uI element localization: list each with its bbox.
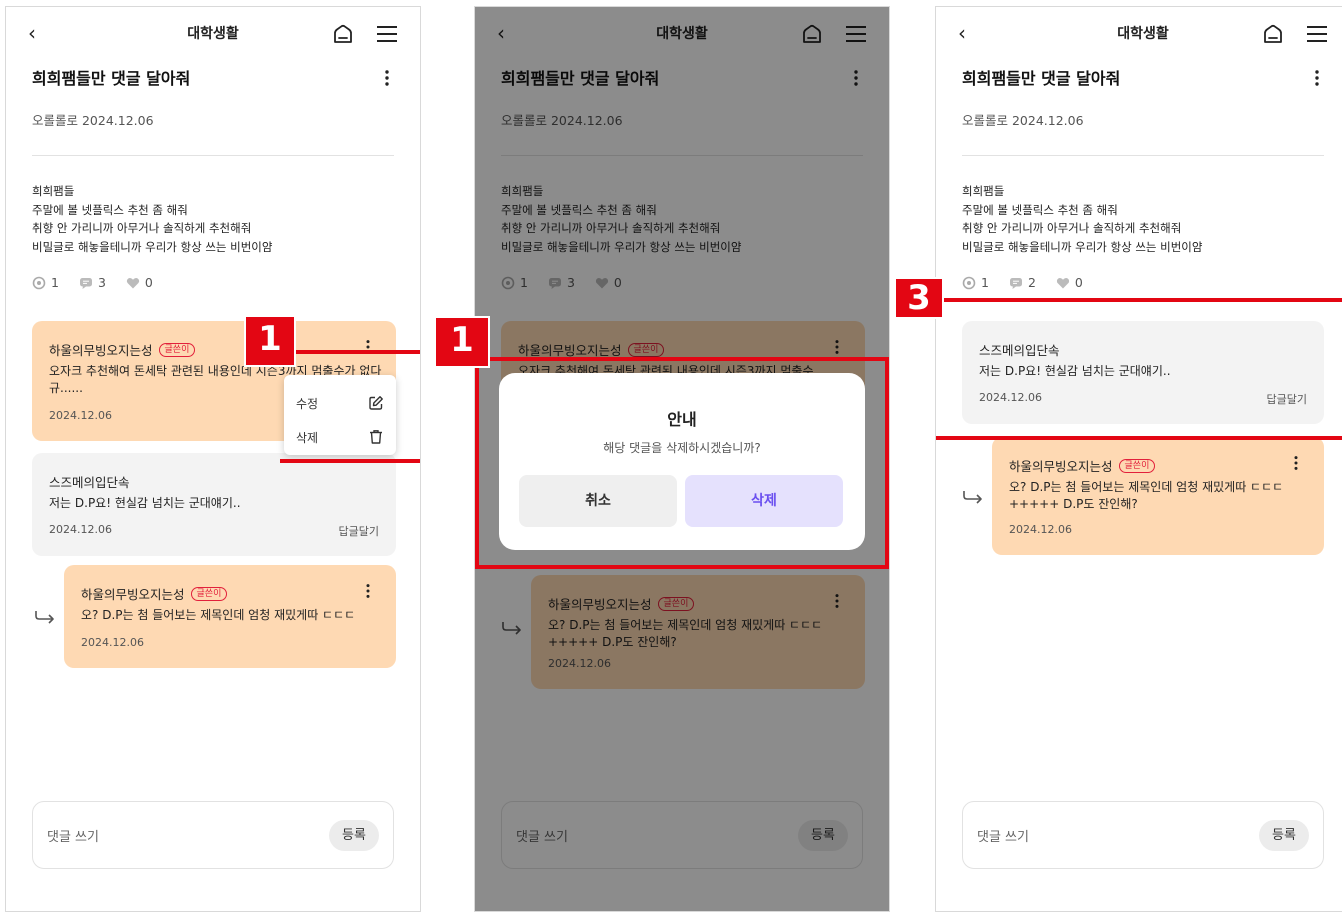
comment-author: 하울의무빙오지는성 bbox=[49, 343, 153, 358]
step-marker: 1 bbox=[244, 315, 296, 367]
step-marker: 3 bbox=[894, 277, 944, 319]
reply-arrow-icon bbox=[962, 488, 984, 506]
comment-date: 2024.12.06 bbox=[1009, 523, 1072, 536]
reply-card: 하울의무빙오지는성 글쓴이 오? D.P는 첨 들어보는 제목인데 엄청 재밌게따… bbox=[992, 437, 1324, 555]
more-vertical-icon[interactable] bbox=[1293, 455, 1299, 471]
reply-button[interactable]: 답글달기 bbox=[339, 523, 379, 539]
comment-input[interactable]: 댓글 쓰기 등록 bbox=[32, 801, 394, 869]
reply-card: 하울의무빙오지는성 글쓴이 오? D.P는 첨 들어보는 제목인데 엄청 재밌게따… bbox=[64, 565, 396, 668]
comment-author: 하울의무빙오지는성 bbox=[81, 587, 185, 602]
highlight-box bbox=[936, 298, 1342, 440]
post-stats: 1 2 0 bbox=[962, 275, 1083, 290]
post-body: 희희팸들 주말에 볼 넷플릭스 추천 좀 해줘 취향 안 가리니까 아무거나 솔… bbox=[32, 184, 273, 254]
like-count: 0 bbox=[144, 275, 153, 290]
eye-icon bbox=[32, 276, 46, 290]
heart-icon[interactable] bbox=[1056, 276, 1070, 290]
view-count: 1 bbox=[51, 275, 59, 290]
eye-icon bbox=[962, 276, 976, 290]
screen-comment-menu: ‹ 대학생활 희희팸들만 댓글 달아줘 오롤롤로 2024.12.06 희희팸들… bbox=[5, 6, 421, 912]
screen-after-delete: ‹ 대학생활 희희팸들만 댓글 달아줘 오롤롤로 2024.12.06 희희팸들… bbox=[935, 6, 1342, 912]
comment-input-placeholder: 댓글 쓰기 bbox=[977, 830, 1029, 845]
comment-count: 2 bbox=[1027, 275, 1036, 290]
author-badge: 글쓴이 bbox=[190, 586, 228, 601]
comment-author: 하울의무빙오지는성 bbox=[1009, 459, 1113, 474]
more-vertical-icon[interactable] bbox=[1314, 69, 1320, 87]
like-count: 0 bbox=[1074, 275, 1083, 290]
divider bbox=[962, 155, 1324, 156]
step-marker: 1 bbox=[434, 316, 490, 368]
comment-date: 2024.12.06 bbox=[49, 409, 112, 422]
view-count: 1 bbox=[981, 275, 989, 290]
comment-icon bbox=[1009, 276, 1023, 290]
comment-card: 스즈메의입단속 저는 D.P요! 현실감 넘치는 군대얘기.. 2024.12.… bbox=[32, 453, 396, 556]
comment-input-placeholder: 댓글 쓰기 bbox=[47, 830, 99, 845]
comment-date: 2024.12.06 bbox=[49, 523, 112, 536]
post-stats: 1 3 0 bbox=[32, 275, 153, 290]
page-title: 대학생활 bbox=[187, 26, 239, 42]
highlight-box bbox=[475, 357, 889, 569]
post-meta: 오롤롤로 2024.12.06 bbox=[962, 113, 1084, 128]
comment-count: 3 bbox=[97, 275, 106, 290]
submit-button[interactable]: 등록 bbox=[1259, 820, 1309, 851]
reply-arrow-icon bbox=[34, 608, 56, 626]
heart-icon[interactable] bbox=[126, 276, 140, 290]
post-body: 희희팸들 주말에 볼 넷플릭스 추천 좀 해줘 취향 안 가리니까 아무거나 솔… bbox=[962, 184, 1203, 254]
highlight-box bbox=[280, 350, 420, 463]
more-vertical-icon[interactable] bbox=[365, 583, 371, 599]
hamburger-menu-icon[interactable] bbox=[376, 23, 398, 45]
hamburger-menu-icon[interactable] bbox=[1306, 23, 1328, 45]
more-vertical-icon[interactable] bbox=[384, 69, 390, 87]
submit-button[interactable]: 등록 bbox=[329, 820, 379, 851]
comment-input[interactable]: 댓글 쓰기 등록 bbox=[962, 801, 1324, 869]
post-meta: 오롤롤로 2024.12.06 bbox=[32, 113, 154, 128]
divider bbox=[32, 155, 394, 156]
post-title: 희희팸들만 댓글 달아줘 bbox=[32, 69, 191, 88]
home-icon[interactable] bbox=[332, 23, 354, 45]
home-icon[interactable] bbox=[1262, 23, 1284, 45]
comment-date: 2024.12.06 bbox=[81, 636, 144, 649]
author-badge: 글쓴이 bbox=[158, 342, 196, 357]
comment-text: 오? D.P는 첨 들어보는 제목인데 엄청 재밌게따 ㄷㄷㄷ +++++ D.… bbox=[1009, 480, 1284, 511]
comment-icon bbox=[79, 276, 93, 290]
comment-author: 스즈메의입단속 bbox=[49, 475, 130, 490]
post-title: 희희팸들만 댓글 달아줘 bbox=[962, 69, 1121, 88]
screen-delete-dialog: ‹ 대학생활 희희팸들만 댓글 달아줘 오롤롤로 2024.12.06 희희팸들… bbox=[474, 6, 890, 912]
comment-text: 오? D.P는 첨 들어보는 제목인데 엄청 재밌게따 ㄷㄷㄷ bbox=[81, 608, 356, 622]
author-badge: 글쓴이 bbox=[1118, 458, 1156, 473]
comment-text: 저는 D.P요! 현실감 넘치는 군대얘기.. bbox=[49, 496, 241, 510]
